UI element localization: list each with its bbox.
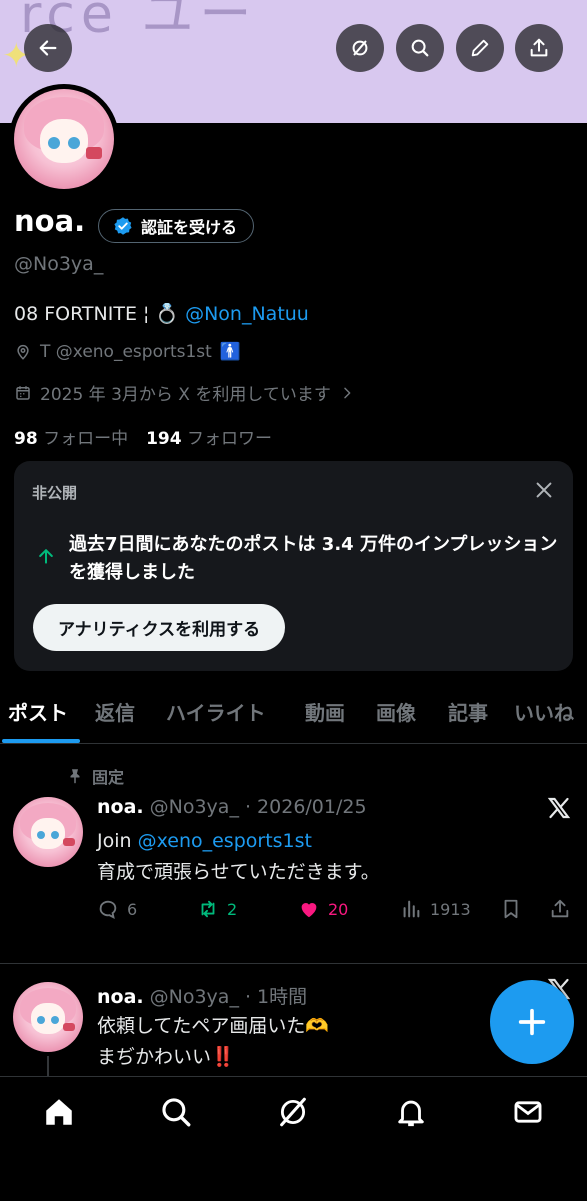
tab-highlights[interactable]: ハイライト: [166, 697, 266, 726]
like-icon: [301, 903, 317, 918]
post-mention-link[interactable]: @xeno_esports1st: [138, 830, 312, 852]
calendar-icon: [16, 385, 30, 400]
edit-button[interactable]: [456, 24, 504, 72]
followers-label: フォロワー: [186, 429, 272, 449]
share-button[interactable]: [515, 24, 563, 72]
joined-text: 2025 年 3月から X を利用しています: [40, 385, 331, 405]
post-text: Join @xeno_esports1st 育成で頑張らせていただきます。: [97, 826, 380, 888]
post-author-name[interactable]: noa.: [97, 796, 144, 818]
repost-count: 2: [227, 899, 238, 919]
pinned-label: 固定: [92, 768, 125, 787]
followers-link[interactable]: 194 フォロワー: [146, 424, 272, 449]
views-button[interactable]: 1913: [400, 898, 471, 920]
post-share-button[interactable]: [549, 898, 571, 920]
compose-plus-icon: [518, 1008, 546, 1036]
bookmark-icon: [504, 899, 518, 919]
tab-images[interactable]: 画像: [376, 697, 416, 726]
joined-row[interactable]: 2025 年 3月から X を利用しています: [14, 380, 355, 405]
location-emoji: 🚹: [219, 342, 241, 362]
post-line1: 依頼してたペア画届いた🫶: [97, 1015, 330, 1037]
reply-icon: [99, 900, 117, 919]
location-text: T @xeno_esports1st: [40, 342, 212, 362]
post-header: noa. @No3ya_ · 1時間: [97, 982, 307, 1009]
close-icon[interactable]: [533, 479, 555, 501]
post-author-name[interactable]: noa.: [97, 986, 144, 1008]
post-avatar[interactable]: [13, 797, 83, 867]
repost-icon: [201, 900, 215, 918]
bottom-navigation: [0, 1076, 587, 1201]
mail-icon[interactable]: [511, 1095, 545, 1129]
views-icon: [403, 900, 420, 918]
post-handle-time: @No3ya_ · 1時間: [149, 986, 308, 1008]
post-divider: [0, 963, 587, 964]
tab-articles[interactable]: 記事: [448, 697, 488, 726]
share-icon: [530, 38, 548, 57]
follow-counts: 98 フォロー中 194 フォロワー: [14, 424, 272, 449]
following-link[interactable]: 98 フォロー中: [14, 424, 128, 449]
grok-icon[interactable]: [276, 1095, 310, 1129]
ring-emoji: 💍: [155, 303, 180, 325]
post-line1: Join: [97, 830, 138, 852]
get-verified-button[interactable]: 認証を受ける: [98, 209, 255, 243]
back-button[interactable]: [24, 24, 72, 72]
pencil-icon: [471, 39, 489, 57]
hide-button[interactable]: [336, 24, 384, 72]
reply-count: 6: [127, 899, 138, 919]
tab-posts[interactable]: ポスト: [8, 697, 68, 726]
post-actions: 6 2 20 1913: [97, 898, 573, 926]
arrow-up-icon: [39, 549, 53, 564]
followers-count: 194: [146, 429, 182, 449]
private-label: 非公開: [32, 484, 78, 502]
tab-videos[interactable]: 動画: [305, 697, 345, 726]
profile-avatar[interactable]: [9, 84, 119, 194]
display-name: noa.: [14, 204, 86, 238]
search-icon[interactable]: [159, 1095, 193, 1129]
reply-button[interactable]: 6: [97, 898, 137, 920]
use-analytics-button[interactable]: アナリティクスを利用する: [33, 604, 286, 651]
x-logo-icon: [547, 797, 571, 819]
profile-handle: @No3ya_: [14, 253, 104, 275]
hide-circle-icon: [352, 40, 368, 56]
like-button[interactable]: 20: [298, 898, 348, 920]
bell-icon[interactable]: [394, 1095, 428, 1129]
location-row: T @xeno_esports1st 🚹: [14, 342, 241, 362]
impressions-text: 過去7日間にあなたのポストは 3.4 万件のインプレッションを獲得しました: [69, 534, 558, 583]
post-handle-time: @No3ya_ · 2026/01/25: [149, 796, 367, 818]
pinned-indicator: 固定: [66, 764, 124, 788]
following-label: フォロー中: [43, 429, 129, 449]
bio-mention-link[interactable]: @Non_Natuu: [185, 303, 309, 325]
repost-button[interactable]: 2: [197, 898, 237, 920]
thread-line: [47, 1056, 49, 1076]
post-avatar[interactable]: [13, 982, 83, 1052]
profile-tabs: ポスト 返信 ハイライト 動画 画像 記事 いいね: [0, 687, 587, 744]
active-tab-indicator: [2, 739, 80, 743]
pin-icon: [70, 769, 80, 784]
post-header: noa. @No3ya_ · 2026/01/25: [97, 796, 367, 818]
analytics-card: 非公開 過去7日間にあなたのポストは 3.4 万件のインプレッションを獲得しまし…: [14, 461, 573, 671]
back-arrow-icon: [39, 40, 57, 56]
compose-button[interactable]: [490, 980, 574, 1064]
post-line2: まぢかわいい‼️: [97, 1046, 235, 1068]
following-count: 98: [14, 429, 38, 449]
verified-badge-icon: [114, 217, 132, 235]
like-count: 20: [328, 899, 349, 919]
post-line2: 育成で頑張らせていただきます。: [97, 861, 380, 883]
search-icon: [411, 39, 429, 57]
chevron-right-icon: [344, 387, 351, 398]
tab-likes[interactable]: いいね: [514, 697, 574, 726]
profile-bio: 08 FORTNITE ¦ 💍 @Non_Natuu: [14, 302, 309, 326]
home-icon[interactable]: [42, 1095, 76, 1129]
search-button[interactable]: [396, 24, 444, 72]
bio-text: 08 FORTNITE ¦: [14, 302, 150, 325]
view-count: 1913: [430, 899, 471, 919]
tab-replies[interactable]: 返信: [95, 697, 135, 726]
get-verified-label: 認証を受ける: [141, 218, 238, 237]
bookmark-button[interactable]: [500, 898, 522, 920]
location-pin-icon: [17, 344, 29, 360]
share-icon: [551, 899, 569, 918]
post-text: 依頼してたペア画届いた🫶 まぢかわいい‼️: [97, 1011, 329, 1073]
